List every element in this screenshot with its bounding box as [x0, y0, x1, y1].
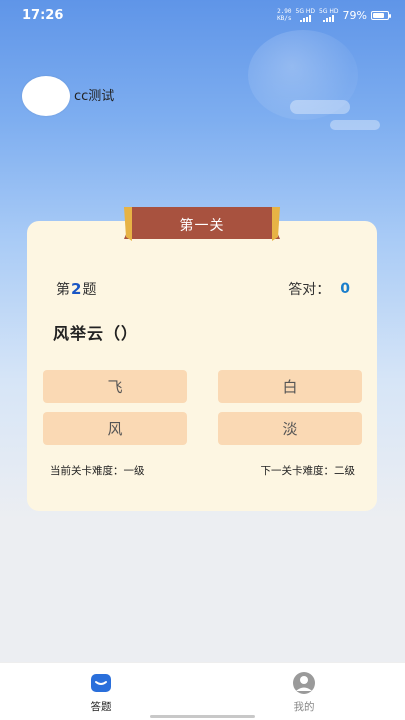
correct-label: 答对：: [288, 282, 331, 298]
profile-icon: [293, 672, 315, 694]
net-speed-unit: KB/s: [277, 15, 292, 22]
username: cc测试: [74, 88, 115, 104]
user-profile[interactable]: cc测试: [22, 76, 114, 116]
quiz-icon: [91, 674, 111, 692]
tab-label: 答题: [90, 701, 112, 713]
battery-icon: [371, 10, 391, 20]
status-bar: 17:26 2.90 KB/s 5G HD 5G HD 79%: [0, 0, 405, 30]
avatar[interactable]: [22, 76, 70, 116]
signal-icon: 5G HD: [295, 8, 316, 22]
level-banner: 第一关: [122, 207, 282, 243]
status-time: 17:26: [22, 7, 64, 23]
battery-fill: [373, 12, 385, 18]
tab-quiz[interactable]: 答题: [61, 671, 141, 714]
current-difficulty: 当前关卡难度：一级: [50, 465, 145, 477]
signal-icon: 5G HD: [319, 8, 339, 22]
correct-counter: 答对： 0: [288, 279, 350, 299]
battery-percent: 79%: [342, 8, 367, 22]
question-suffix: 题: [82, 282, 97, 298]
tab-bar: 答题 我的: [0, 662, 405, 720]
next-difficulty: 下一关卡难度：二级: [260, 465, 356, 477]
level-title: 第一关: [179, 218, 225, 234]
signal-label: 5G HD: [319, 8, 339, 15]
tab-label: 我的: [293, 701, 315, 713]
question-text: 风举云（）: [53, 324, 139, 343]
cloud-decoration: [330, 120, 380, 130]
tab-profile[interactable]: 我的: [264, 671, 344, 714]
signal-label: 5G HD: [295, 8, 316, 15]
option-button[interactable]: 淡: [218, 412, 362, 445]
option-button[interactable]: 风: [43, 412, 187, 445]
option-button[interactable]: 白: [218, 370, 362, 403]
option-button[interactable]: 飞: [43, 370, 187, 403]
cloud-decoration: [290, 100, 350, 114]
home-indicator: [150, 715, 255, 718]
status-indicators: 2.90 KB/s 5G HD 5G HD 79%: [277, 8, 391, 22]
net-speed-value: 2.90: [277, 8, 292, 15]
correct-count: 0: [340, 281, 350, 297]
net-speed: 2.90 KB/s: [277, 8, 291, 22]
question-number: 2: [71, 280, 82, 298]
question-header: 第 2 题 答对： 0: [56, 279, 350, 299]
question-prefix: 第: [56, 282, 70, 298]
